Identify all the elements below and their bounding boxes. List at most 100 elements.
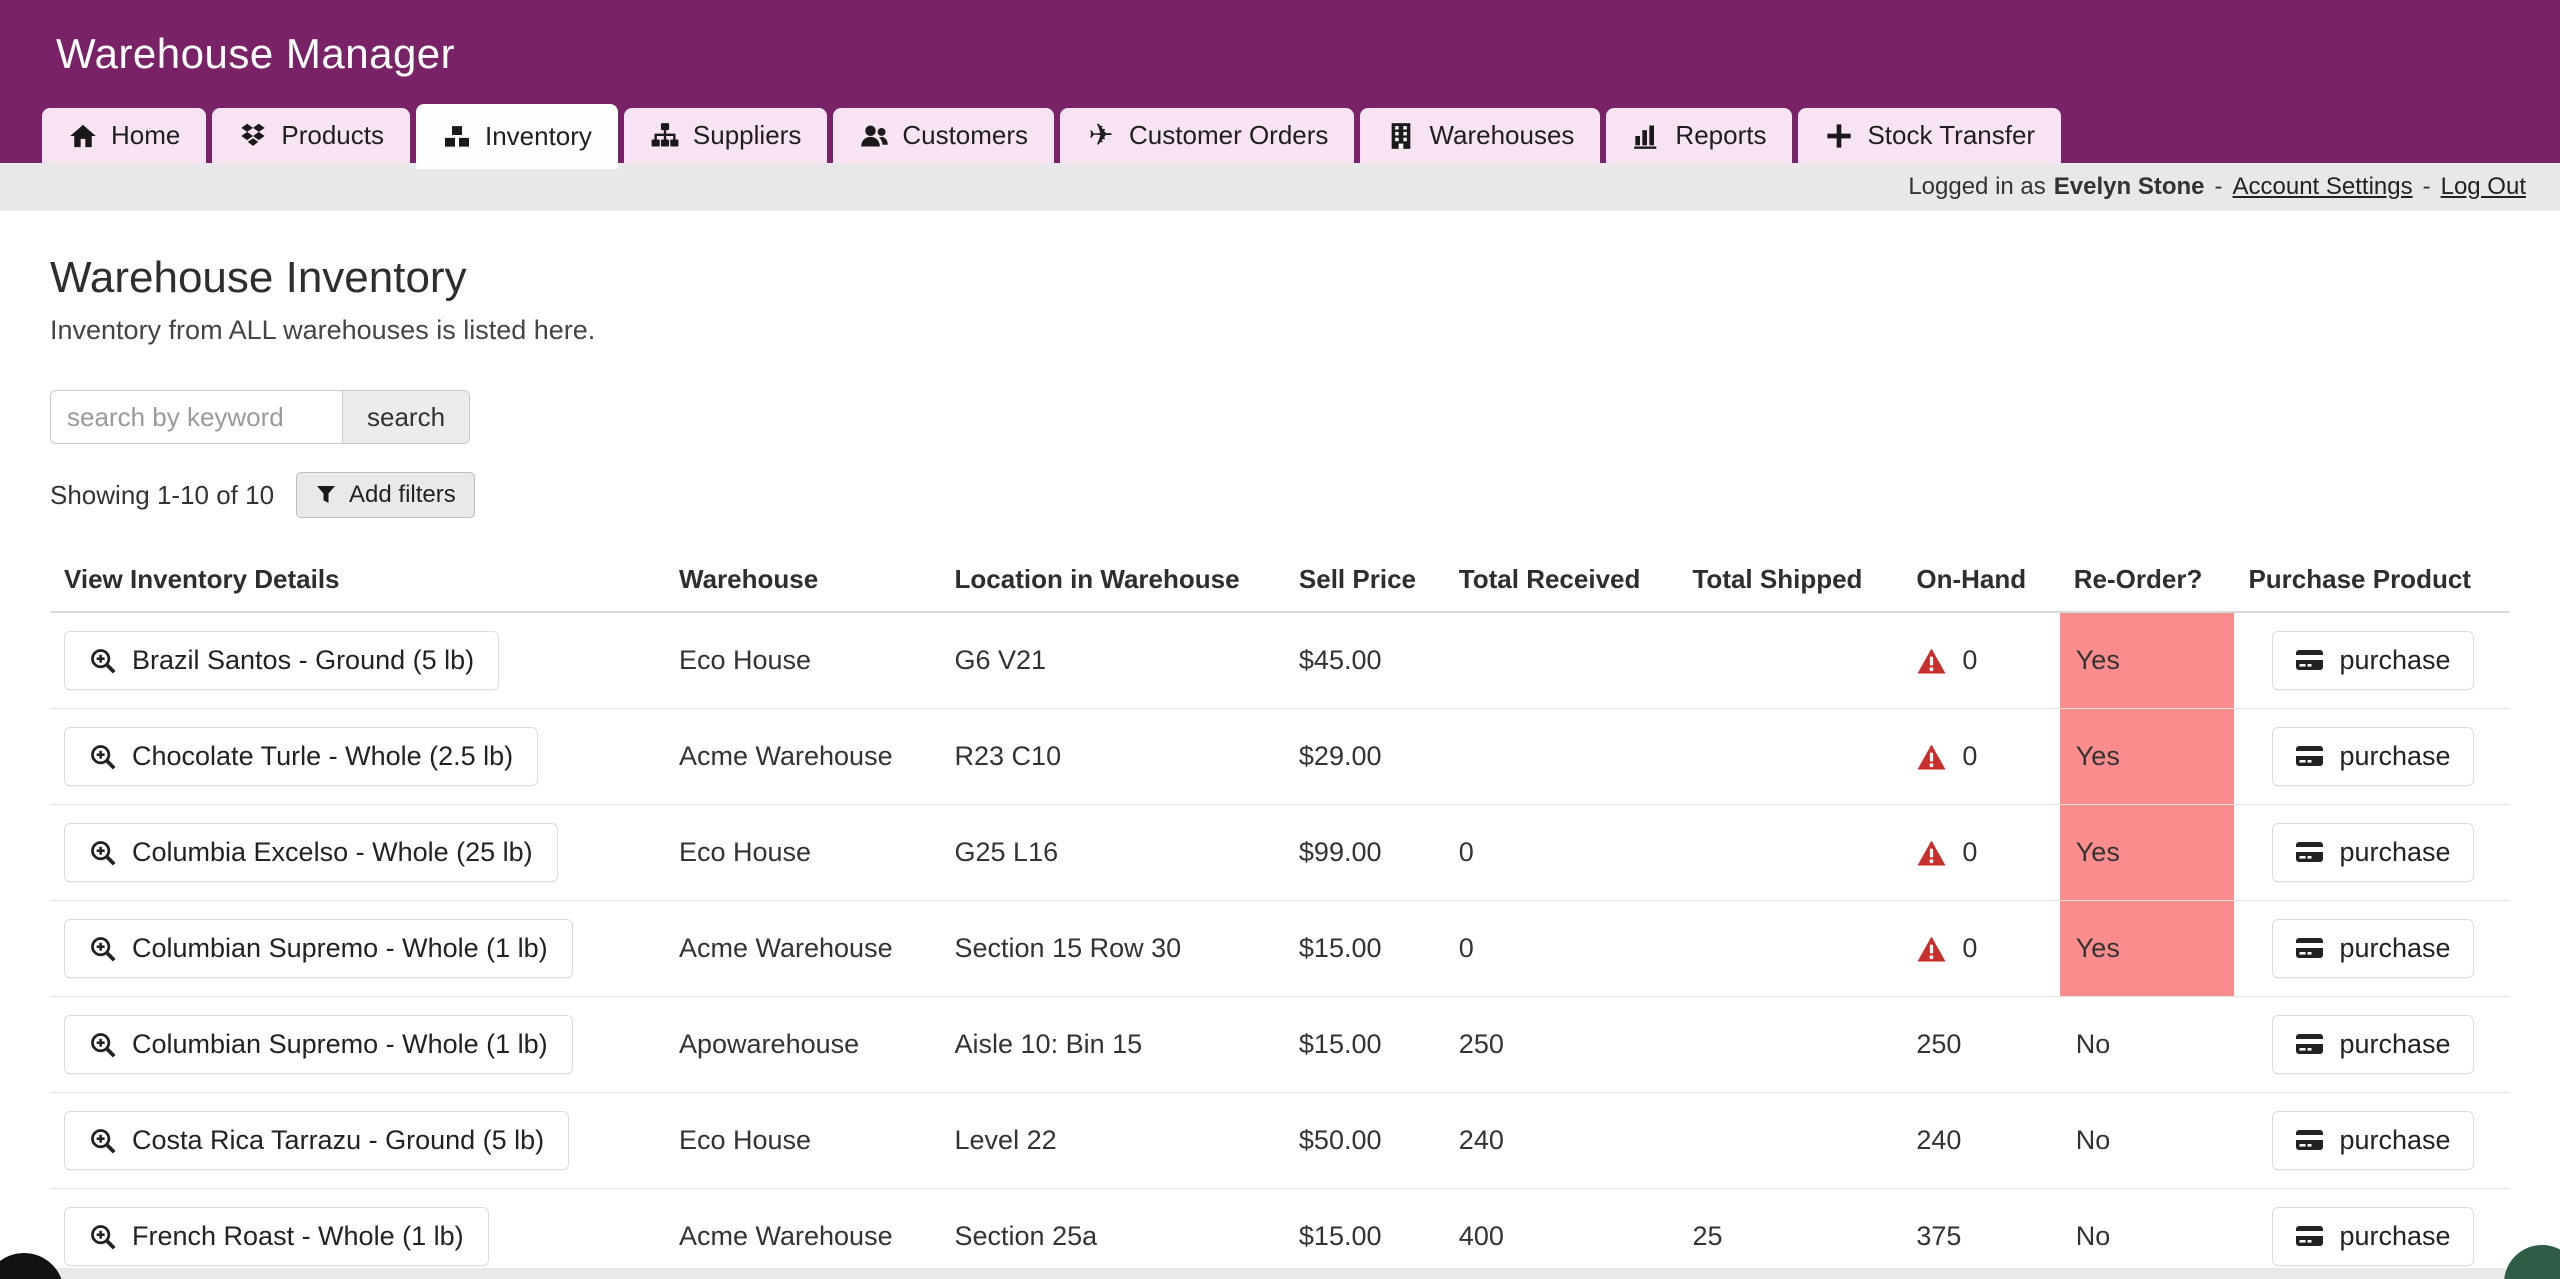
product-label: French Roast - Whole (1 lb) [132, 1221, 464, 1252]
credit-card-icon [2295, 648, 2325, 673]
sitemap-icon [650, 121, 680, 151]
purchase-label: purchase [2339, 933, 2450, 964]
col-sell-price: Sell Price [1285, 548, 1445, 612]
col-warehouse: Warehouse [665, 548, 941, 612]
warning-icon [1916, 839, 1947, 867]
reorder-value: No [2076, 1125, 2111, 1155]
purchase-button[interactable]: purchase [2272, 727, 2473, 786]
location-cell: G25 L16 [941, 805, 1285, 901]
total-received-cell [1445, 612, 1679, 709]
view-inventory-details-button[interactable]: Columbia Excelso - Whole (25 lb) [64, 823, 558, 882]
add-filters-button[interactable]: Add filters [296, 472, 475, 518]
page-title: Warehouse Inventory [50, 253, 2510, 303]
search-input[interactable] [50, 390, 342, 444]
filter-icon [315, 484, 337, 506]
tab-label: Reports [1675, 120, 1766, 151]
sell-price-cell: $50.00 [1285, 1093, 1445, 1189]
tab-stock-transfer[interactable]: Stock Transfer [1798, 108, 2061, 163]
plane-icon: ✈ [1086, 121, 1116, 151]
on-hand-cell: 0 [1902, 805, 2059, 901]
warehouse-cell: Acme Warehouse [665, 1189, 941, 1279]
reorder-value: No [2076, 1221, 2111, 1251]
viewport-bottom-strip [0, 1268, 2560, 1279]
search-group: search [50, 390, 2510, 444]
inventory-details-cell: Chocolate Turle - Whole (2.5 lb) [50, 709, 665, 805]
total-shipped-cell [1678, 997, 1902, 1093]
magnifier-plus-icon [89, 743, 117, 771]
sell-price-cell: $29.00 [1285, 709, 1445, 805]
on-hand-value: 0 [1962, 741, 1977, 772]
product-label: Costa Rica Tarrazu - Ground (5 lb) [132, 1125, 544, 1156]
view-inventory-details-button[interactable]: Brazil Santos - Ground (5 lb) [64, 631, 499, 690]
reorder-value: Yes [2076, 933, 2120, 963]
purchase-button[interactable]: purchase [2272, 1015, 2473, 1074]
purchase-label: purchase [2339, 1029, 2450, 1060]
warning-icon [1916, 935, 1947, 963]
col-total-received: Total Received [1445, 548, 1679, 612]
tab-customer-orders[interactable]: ✈ Customer Orders [1060, 108, 1354, 163]
view-inventory-details-button[interactable]: Costa Rica Tarrazu - Ground (5 lb) [64, 1111, 569, 1170]
total-shipped-cell [1678, 612, 1902, 709]
product-label: Brazil Santos - Ground (5 lb) [132, 645, 474, 676]
purchase-button[interactable]: purchase [2272, 919, 2473, 978]
purchase-label: purchase [2339, 837, 2450, 868]
list-meta: Showing 1-10 of 10 Add filters [50, 472, 2510, 518]
product-label: Chocolate Turle - Whole (2.5 lb) [132, 741, 513, 772]
tab-products[interactable]: Products [212, 108, 410, 163]
tab-inventory[interactable]: Inventory [416, 104, 618, 169]
table-row: Columbian Supremo - Whole (1 lb) Acme Wa… [50, 901, 2510, 997]
total-received-cell: 250 [1445, 997, 1679, 1093]
credit-card-icon [2295, 744, 2325, 769]
reorder-cell: Yes [2060, 901, 2235, 997]
on-hand-value: 375 [1916, 1221, 1961, 1252]
inventory-details-cell: Columbian Supremo - Whole (1 lb) [50, 997, 665, 1093]
table-row: Columbia Excelso - Whole (25 lb) Eco Hou… [50, 805, 2510, 901]
tab-customers[interactable]: Customers [833, 108, 1054, 163]
view-inventory-details-button[interactable]: Columbian Supremo - Whole (1 lb) [64, 1015, 573, 1074]
tab-label: Products [281, 120, 384, 151]
tab-reports[interactable]: Reports [1606, 108, 1792, 163]
tab-home[interactable]: Home [42, 108, 206, 163]
purchase-button[interactable]: purchase [2272, 631, 2473, 690]
col-reorder: Re-Order? [2060, 548, 2235, 612]
tab-label: Suppliers [693, 120, 801, 151]
tab-label: Warehouses [1429, 120, 1574, 151]
sell-price-cell: $99.00 [1285, 805, 1445, 901]
on-hand-cell: 250 [1902, 997, 2059, 1093]
purchase-label: purchase [2339, 1125, 2450, 1156]
product-label: Columbian Supremo - Whole (1 lb) [132, 933, 548, 964]
total-received-cell: 400 [1445, 1189, 1679, 1279]
total-shipped-cell [1678, 709, 1902, 805]
magnifier-plus-icon [89, 1223, 117, 1251]
location-cell: Aisle 10: Bin 15 [941, 997, 1285, 1093]
table-row: Costa Rica Tarrazu - Ground (5 lb) Eco H… [50, 1093, 2510, 1189]
view-inventory-details-button[interactable]: Columbian Supremo - Whole (1 lb) [64, 919, 573, 978]
search-button[interactable]: search [342, 390, 470, 444]
app-title: Warehouse Manager [0, 0, 2560, 104]
view-inventory-details-button[interactable]: French Roast - Whole (1 lb) [64, 1207, 489, 1266]
warning-icon [1916, 647, 1947, 675]
sell-price-cell: $15.00 [1285, 901, 1445, 997]
warning-icon [1916, 743, 1947, 771]
total-received-cell: 0 [1445, 901, 1679, 997]
on-hand-cell: 0 [1902, 612, 2059, 709]
credit-card-icon [2295, 1032, 2325, 1057]
tab-warehouses[interactable]: Warehouses [1360, 108, 1600, 163]
purchase-cell: purchase [2234, 1093, 2510, 1189]
location-cell: Section 15 Row 30 [941, 901, 1285, 997]
purchase-cell: purchase [2234, 997, 2510, 1093]
log-out-link[interactable]: Log Out [2441, 173, 2526, 201]
tab-suppliers[interactable]: Suppliers [624, 108, 827, 163]
table-row: French Roast - Whole (1 lb) Acme Warehou… [50, 1189, 2510, 1279]
view-inventory-details-button[interactable]: Chocolate Turle - Whole (2.5 lb) [64, 727, 538, 786]
purchase-button[interactable]: purchase [2272, 1207, 2473, 1266]
total-received-cell: 240 [1445, 1093, 1679, 1189]
warehouse-cell: Eco House [665, 612, 941, 709]
purchase-button[interactable]: purchase [2272, 1111, 2473, 1170]
account-settings-link[interactable]: Account Settings [2232, 173, 2412, 201]
table-row: Brazil Santos - Ground (5 lb) Eco House … [50, 612, 2510, 709]
col-view-inventory-details: View Inventory Details [50, 548, 665, 612]
table-row: Columbian Supremo - Whole (1 lb) Apoware… [50, 997, 2510, 1093]
warehouse-cell: Eco House [665, 805, 941, 901]
purchase-button[interactable]: purchase [2272, 823, 2473, 882]
